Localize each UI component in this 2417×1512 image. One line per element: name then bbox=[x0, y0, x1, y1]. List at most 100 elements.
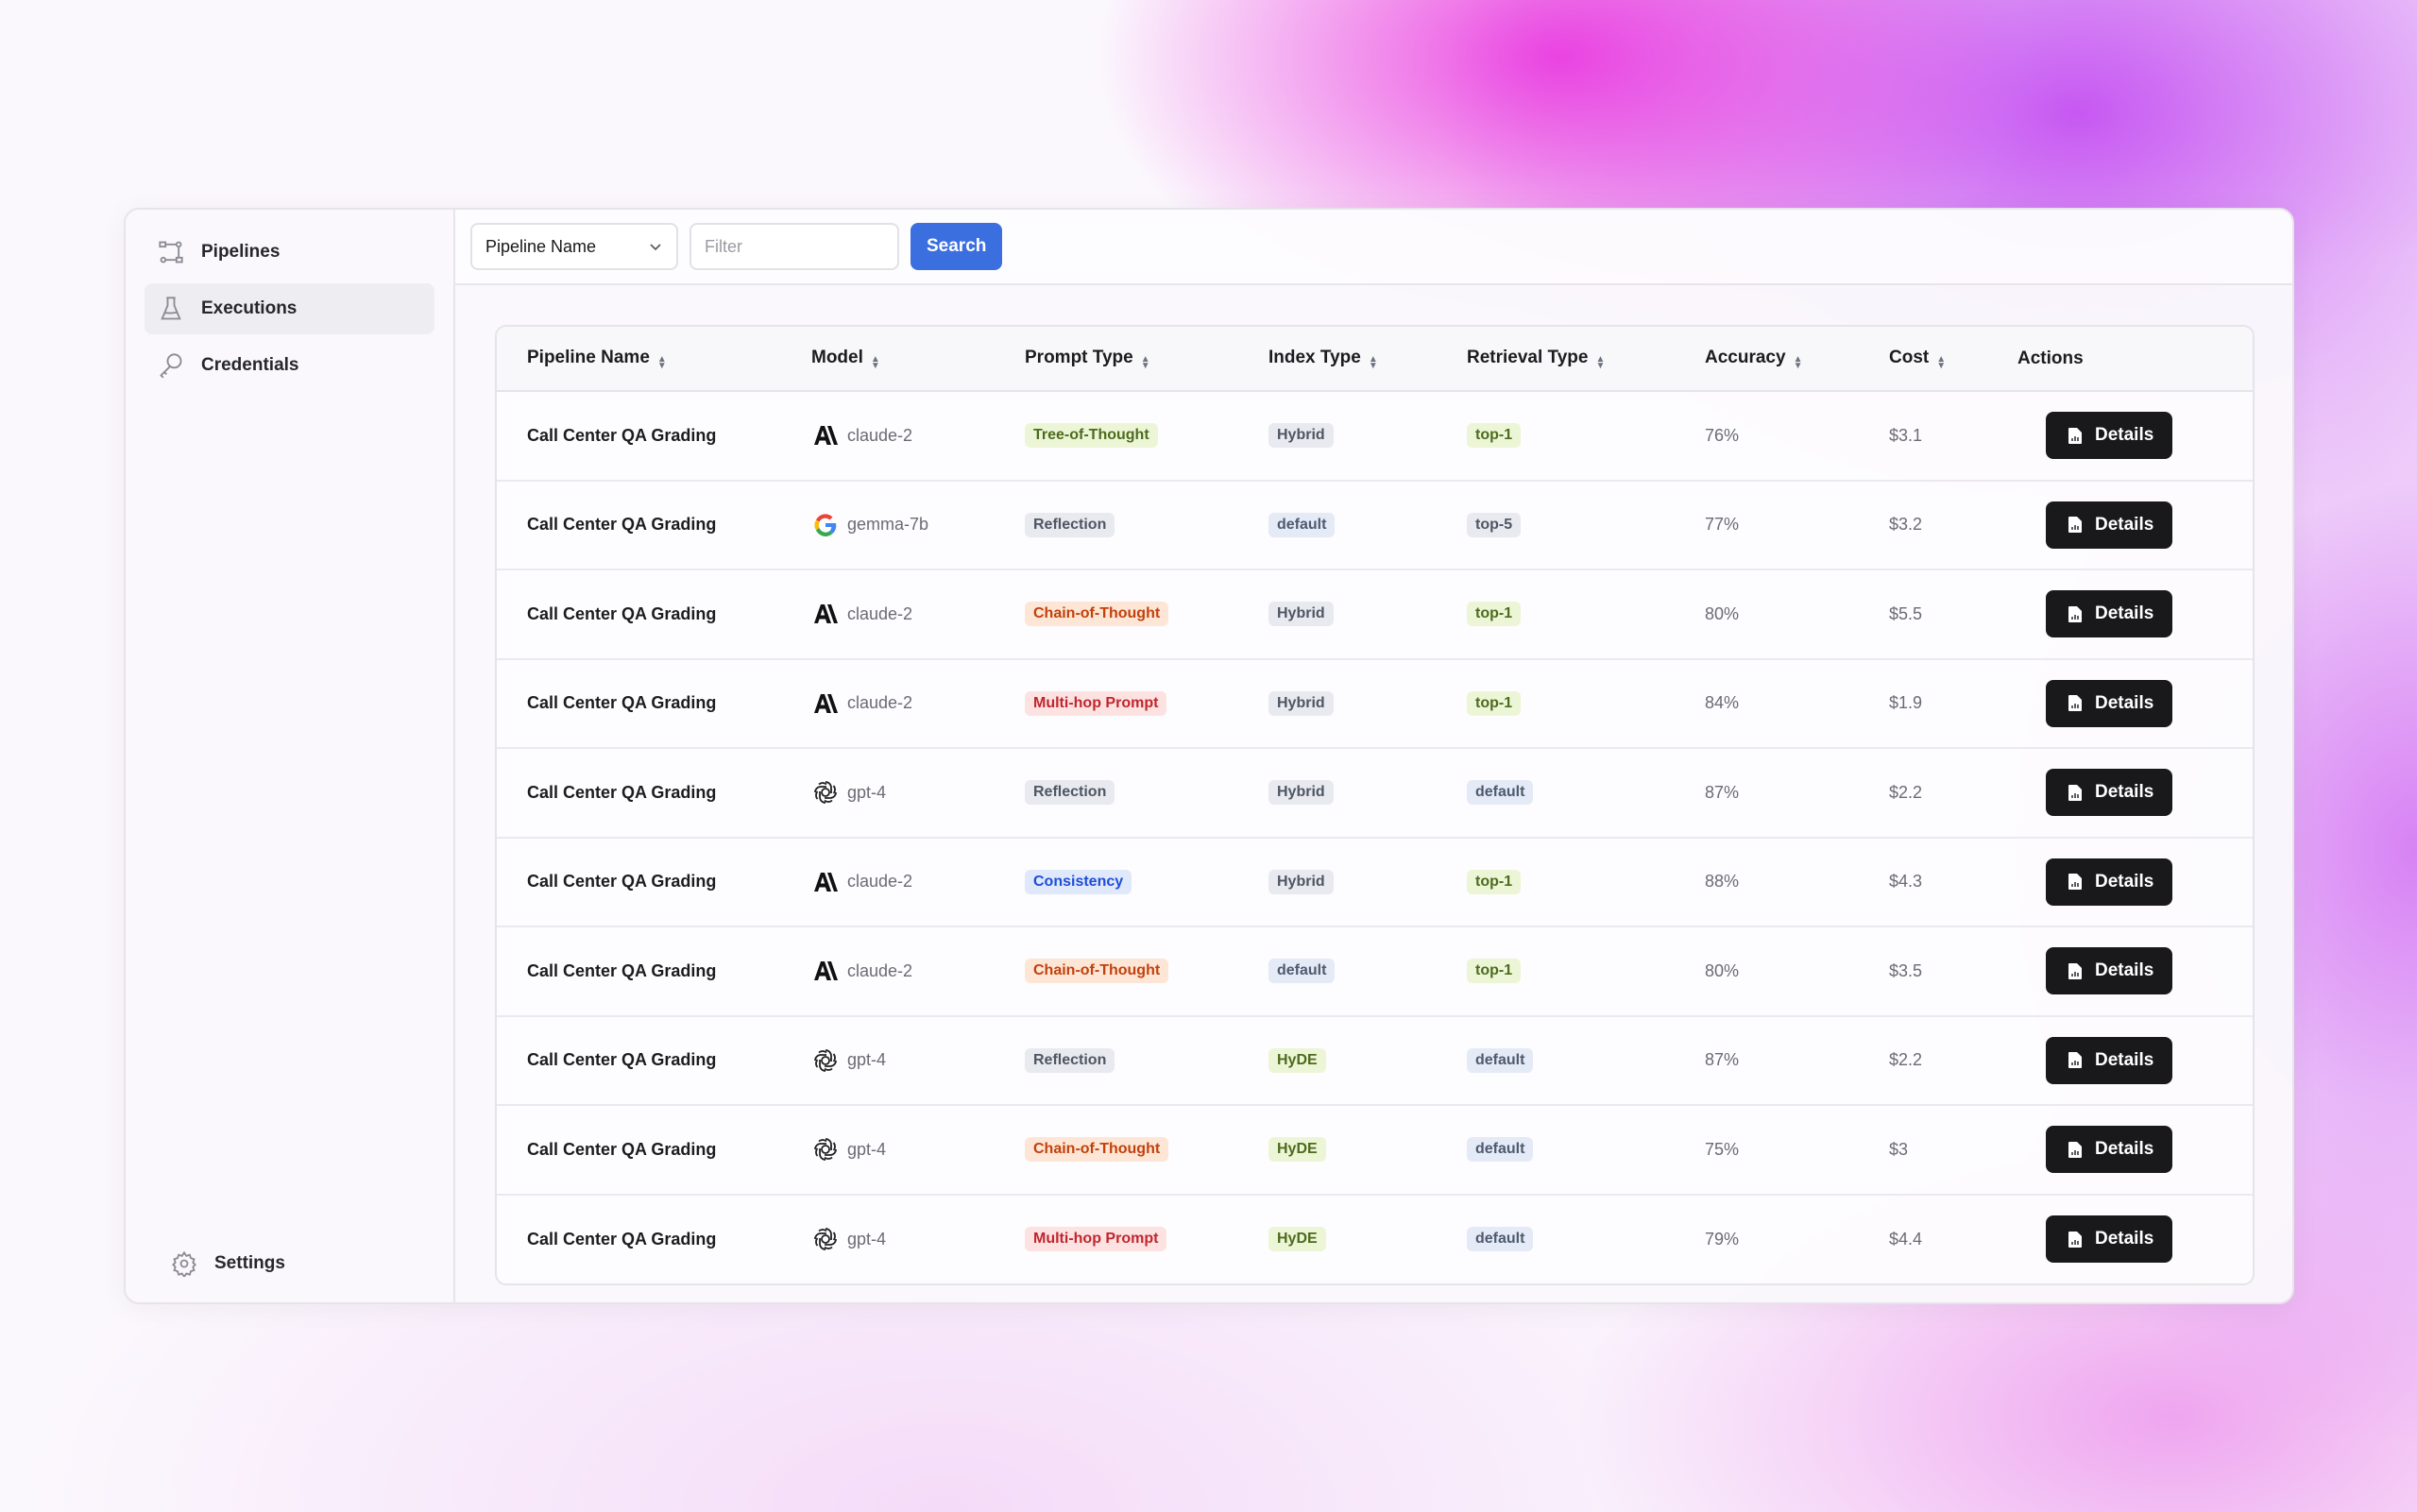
index-type-cell: default bbox=[1268, 480, 1467, 570]
prompt-type-badge: Reflection bbox=[1025, 780, 1115, 806]
pipeline-name-cell: Call Center QA Grading bbox=[497, 569, 811, 660]
sort-icon[interactable]: ▲ ▼ bbox=[1369, 350, 1378, 371]
column-header[interactable]: Prompt Type ▲ ▼ bbox=[1025, 327, 1268, 392]
anthropic-icon bbox=[814, 604, 838, 624]
index-type-cell: HyDE bbox=[1268, 1105, 1467, 1196]
sidebar-item-credentials[interactable]: Credentials bbox=[145, 340, 434, 391]
model-name: claude-2 bbox=[847, 603, 913, 623]
details-button[interactable]: Details bbox=[2046, 501, 2173, 549]
details-button[interactable]: Details bbox=[2046, 769, 2173, 817]
retrieval-type-cell: top-1 bbox=[1467, 569, 1705, 660]
anthropic-icon bbox=[814, 872, 838, 892]
retrieval-type-badge: default bbox=[1467, 1047, 1534, 1073]
sort-icon[interactable]: ▲ ▼ bbox=[1794, 350, 1803, 371]
retrieval-type-badge: default bbox=[1467, 1227, 1534, 1252]
table-row: Call Center QA Grading claude-2 Chain-of-T… bbox=[497, 926, 2253, 1017]
retrieval-type-badge: top-1 bbox=[1467, 690, 1522, 716]
details-button[interactable]: Details bbox=[2046, 858, 2173, 906]
sort-icon[interactable]: ▲ ▼ bbox=[657, 350, 667, 371]
prompt-type-cell: Reflection bbox=[1025, 1015, 1268, 1106]
sidebar-item-executions[interactable]: Executions bbox=[145, 283, 434, 334]
details-button[interactable]: Details bbox=[2046, 1126, 2173, 1174]
details-button[interactable]: Details bbox=[2046, 1036, 2173, 1084]
table-row: Call Center QA Grading gemma-7b Reflection… bbox=[497, 480, 2253, 570]
column-header[interactable]: Retrieval Type ▲ ▼ bbox=[1467, 327, 1705, 392]
column-header[interactable]: Accuracy ▲ ▼ bbox=[1705, 327, 1889, 392]
index-type-cell: default bbox=[1268, 926, 1467, 1017]
openai-icon bbox=[814, 1138, 837, 1162]
filter-input[interactable] bbox=[689, 223, 899, 270]
index-type-badge: Hybrid bbox=[1268, 423, 1334, 449]
details-button[interactable]: Details bbox=[2046, 679, 2173, 727]
cost-cell: $5.5 bbox=[1889, 569, 2017, 660]
actions-cell: Details bbox=[2017, 480, 2253, 570]
model-cell: gpt-4 bbox=[811, 1015, 1025, 1106]
toolbar: Pipeline Name Search bbox=[455, 210, 2292, 285]
column-header[interactable]: Cost ▲ ▼ bbox=[1889, 327, 2017, 392]
model-cell: gpt-4 bbox=[811, 748, 1025, 839]
column-header[interactable]: Pipeline Name ▲ ▼ bbox=[497, 327, 811, 392]
actions-cell: Details bbox=[2017, 837, 2253, 927]
cost-cell: $4.3 bbox=[1889, 837, 2017, 927]
actions-cell: Details bbox=[2017, 1195, 2253, 1284]
details-label: Details bbox=[2095, 871, 2154, 892]
details-button[interactable]: Details bbox=[2046, 1215, 2173, 1264]
actions-cell: Details bbox=[2017, 1015, 2253, 1106]
key-icon bbox=[160, 353, 182, 379]
index-type-cell: Hybrid bbox=[1268, 837, 1467, 927]
pipeline-icon bbox=[159, 241, 183, 263]
accuracy-cell: 84% bbox=[1705, 658, 1889, 749]
search-button[interactable]: Search bbox=[911, 223, 1003, 270]
file-chart-icon bbox=[2068, 784, 2082, 801]
model-name: gemma-7b bbox=[847, 515, 929, 535]
column-header[interactable]: Index Type ▲ ▼ bbox=[1268, 327, 1467, 392]
filter-field-select[interactable]: Pipeline Name bbox=[470, 223, 678, 270]
retrieval-type-cell: default bbox=[1467, 1195, 1705, 1284]
prompt-type-cell: Reflection bbox=[1025, 480, 1268, 570]
sort-icon[interactable]: ▲ ▼ bbox=[1595, 350, 1605, 371]
retrieval-type-badge: top-1 bbox=[1467, 602, 1522, 627]
sidebar: Pipelines Executions Credentials Setting… bbox=[126, 210, 455, 1302]
model-cell: claude-2 bbox=[811, 391, 1025, 482]
sort-icon[interactable]: ▲ ▼ bbox=[1936, 350, 1946, 371]
index-type-cell: Hybrid bbox=[1268, 658, 1467, 749]
column-label: Actions bbox=[2017, 348, 2084, 368]
model-name: gpt-4 bbox=[847, 1229, 887, 1249]
sort-icon[interactable]: ▲ ▼ bbox=[871, 350, 880, 371]
sort-icon[interactable]: ▲ ▼ bbox=[1141, 350, 1150, 371]
file-chart-icon bbox=[2068, 962, 2082, 979]
openai-icon bbox=[814, 1228, 837, 1251]
model-name: gpt-4 bbox=[847, 782, 887, 802]
file-chart-icon bbox=[2068, 605, 2082, 622]
details-label: Details bbox=[2095, 514, 2154, 535]
table-row: Call Center QA Grading claude-2 Consistenc… bbox=[497, 837, 2253, 927]
retrieval-type-badge: top-1 bbox=[1467, 869, 1522, 894]
prompt-type-badge: Chain-of-Thought bbox=[1025, 959, 1169, 984]
sidebar-item-label: Settings bbox=[214, 1253, 285, 1273]
chevron-down-icon bbox=[650, 244, 661, 251]
index-type-badge: default bbox=[1268, 959, 1336, 984]
cost-cell: $2.2 bbox=[1889, 748, 2017, 839]
column-header[interactable]: Model ▲ ▼ bbox=[811, 327, 1025, 392]
model: claude-2 bbox=[811, 600, 1025, 628]
retrieval-type-cell: default bbox=[1467, 1105, 1705, 1196]
index-type-cell: HyDE bbox=[1268, 1195, 1467, 1284]
details-button[interactable]: Details bbox=[2046, 412, 2173, 460]
model-cell: claude-2 bbox=[811, 569, 1025, 660]
sidebar-item-label: Executions bbox=[201, 298, 298, 318]
file-chart-icon bbox=[2068, 517, 2082, 534]
model-name: gpt-4 bbox=[847, 1139, 887, 1159]
retrieval-type-badge: default bbox=[1467, 1137, 1534, 1163]
details-button[interactable]: Details bbox=[2046, 590, 2173, 638]
model: claude-2 bbox=[811, 689, 1025, 718]
sidebar-item-label: Credentials bbox=[201, 355, 299, 375]
sidebar-item-settings[interactable]: Settings bbox=[158, 1238, 298, 1289]
details-button[interactable]: Details bbox=[2046, 947, 2173, 995]
column-label: Prompt Type bbox=[1025, 348, 1133, 367]
sidebar-item-pipelines[interactable]: Pipelines bbox=[145, 227, 434, 278]
flask-icon bbox=[161, 297, 181, 320]
column-label: Model bbox=[811, 348, 863, 367]
details-label: Details bbox=[2095, 782, 2154, 803]
prompt-type-badge: Multi-hop Prompt bbox=[1025, 1227, 1167, 1252]
prompt-type-cell: Reflection bbox=[1025, 748, 1268, 839]
